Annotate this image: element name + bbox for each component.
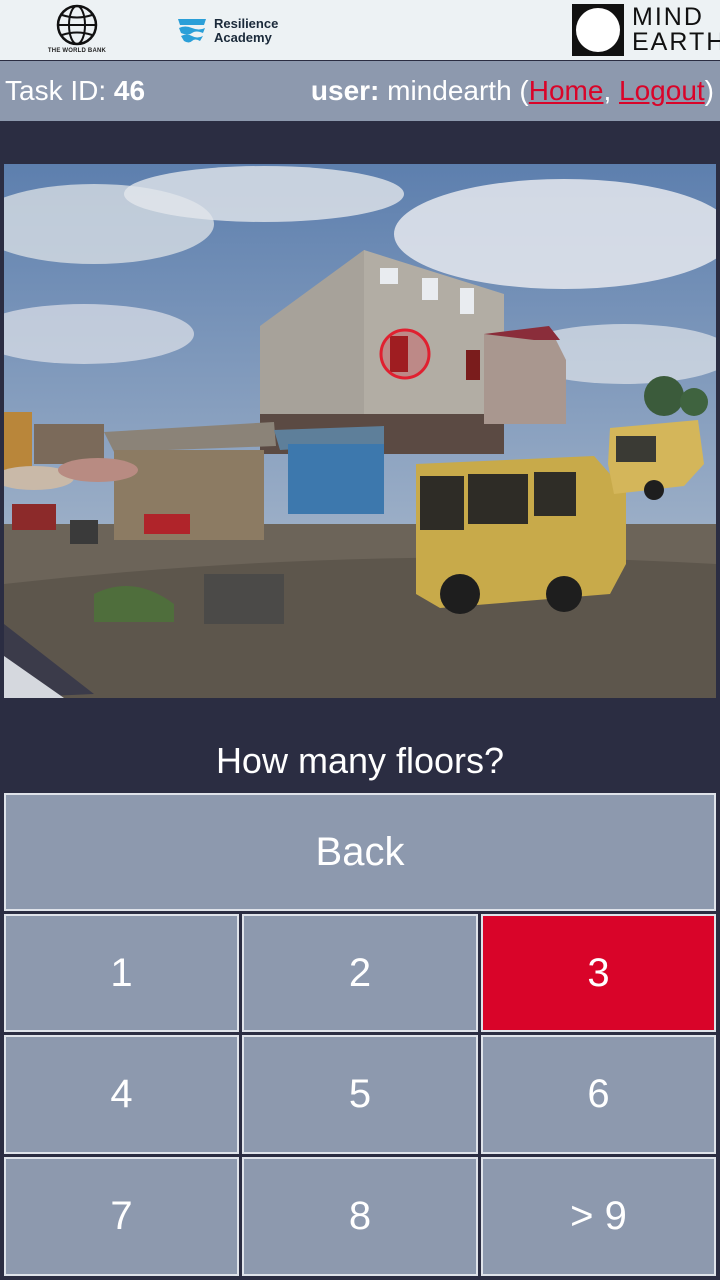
circle-icon xyxy=(572,4,624,56)
waves-icon xyxy=(178,19,206,43)
floor-option-1[interactable]: 1 xyxy=(4,914,239,1032)
world-bank-logo: THE WORLD BANK xyxy=(40,4,114,56)
floor-option-8[interactable]: 8 xyxy=(242,1157,478,1276)
floor-option-more-than-9[interactable]: > 9 xyxy=(481,1157,716,1276)
back-button[interactable]: Back xyxy=(4,793,716,911)
logout-link[interactable]: Logout xyxy=(619,75,705,106)
task-id-value: 46 xyxy=(113,75,146,106)
home-link[interactable]: Home xyxy=(529,75,604,106)
street-view-photo xyxy=(4,164,716,698)
floor-option-6[interactable]: 6 xyxy=(481,1035,716,1154)
mindearth-line1: MIND xyxy=(632,3,704,31)
floor-option-2[interactable]: 2 xyxy=(242,914,478,1032)
task-id: Task ID: 46 xyxy=(5,75,145,107)
floor-option-4[interactable]: 4 xyxy=(4,1035,239,1154)
user-info: user: mindearth (Home, Logout) xyxy=(310,75,714,106)
resilience-line1: Resilience xyxy=(214,16,279,31)
resilience-line2: Academy xyxy=(214,30,272,45)
question-text: How many floors? xyxy=(215,740,505,781)
floor-option-5[interactable]: 5 xyxy=(242,1035,478,1154)
street-scene-image xyxy=(4,164,716,698)
floor-option-7[interactable]: 7 xyxy=(4,1157,239,1276)
user-label: user: xyxy=(310,75,380,106)
task-label: Task ID: xyxy=(5,75,107,106)
username: mindearth xyxy=(387,75,512,106)
floor-option-3[interactable]: 3 xyxy=(481,914,716,1032)
logo-bar: THE WORLD BANK Resilience Academy MIND E… xyxy=(0,0,720,60)
world-bank-caption: THE WORLD BANK xyxy=(47,48,107,54)
mindearth-line2: EARTH xyxy=(632,28,720,56)
task-header: Task ID: 46 user: mindearth (Home, Logou… xyxy=(0,61,720,121)
resilience-academy-logo: Resilience Academy xyxy=(176,14,278,48)
globe-icon xyxy=(56,4,98,46)
mindearth-logo: MIND EARTH xyxy=(572,4,720,56)
